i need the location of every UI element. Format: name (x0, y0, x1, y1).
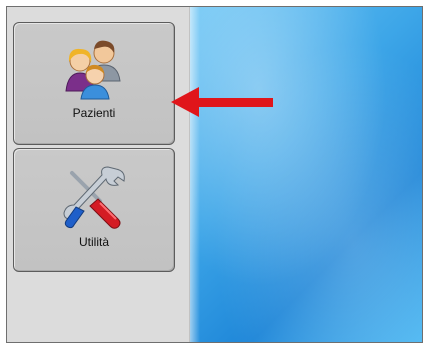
nav-label-pazienti: Pazienti (72, 106, 116, 120)
red-arrow-left-icon (171, 87, 273, 117)
nav-button-pazienti[interactable]: Pazienti (13, 22, 175, 145)
patients-icon (65, 40, 121, 100)
app-window: Pazienti Utilità (6, 6, 423, 343)
tools-icon (63, 166, 125, 229)
nav-label-utilita: Utilità (78, 235, 109, 249)
nav-button-utilita[interactable]: Utilità (13, 148, 175, 272)
sidebar: Pazienti Utilità (7, 7, 190, 342)
desktop-background (190, 7, 422, 342)
desktop-edge-highlight (190, 7, 200, 342)
